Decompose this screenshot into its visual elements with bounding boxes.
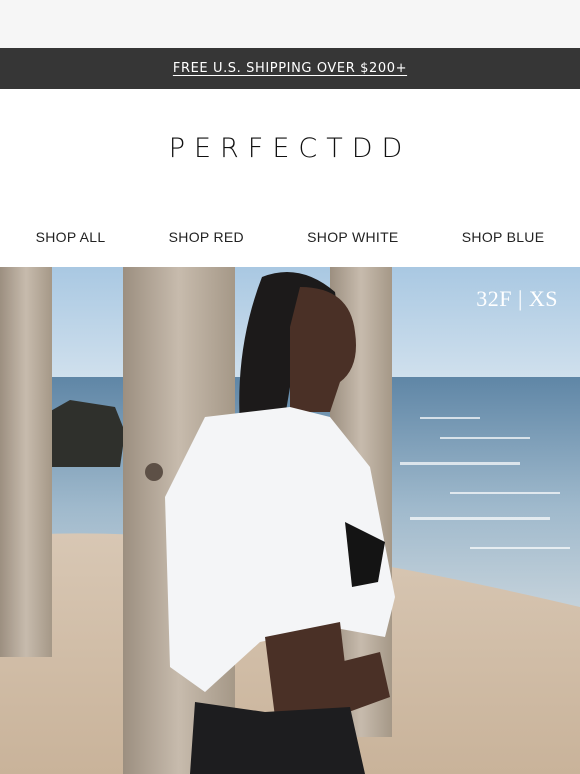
nav-shop-blue[interactable]: SHOP BLUE — [462, 229, 545, 245]
black-pants — [190, 702, 365, 774]
brand-logo[interactable]: PERFECTDD — [169, 133, 412, 164]
hero-image[interactable]: 32F | XS — [0, 267, 580, 774]
free-shipping-link[interactable]: FREE U.S. SHIPPING OVER $200+ — [173, 61, 407, 76]
logo-area: PERFECTDD — [0, 89, 580, 207]
beach-photo — [0, 267, 580, 774]
nav-shop-all[interactable]: SHOP ALL — [36, 229, 106, 245]
nav-shop-white[interactable]: SHOP WHITE — [307, 229, 398, 245]
top-spacer — [0, 0, 580, 48]
promo-bar: FREE U.S. SHIPPING OVER $200+ — [0, 48, 580, 89]
size-label: 32F | XS — [476, 286, 558, 311]
category-nav: SHOP ALL SHOP RED SHOP WHITE SHOP BLUE — [0, 207, 580, 267]
rocks — [40, 400, 125, 467]
nav-shop-red[interactable]: SHOP RED — [169, 229, 244, 245]
post-knot — [145, 463, 163, 481]
left-pier-post — [0, 267, 52, 657]
